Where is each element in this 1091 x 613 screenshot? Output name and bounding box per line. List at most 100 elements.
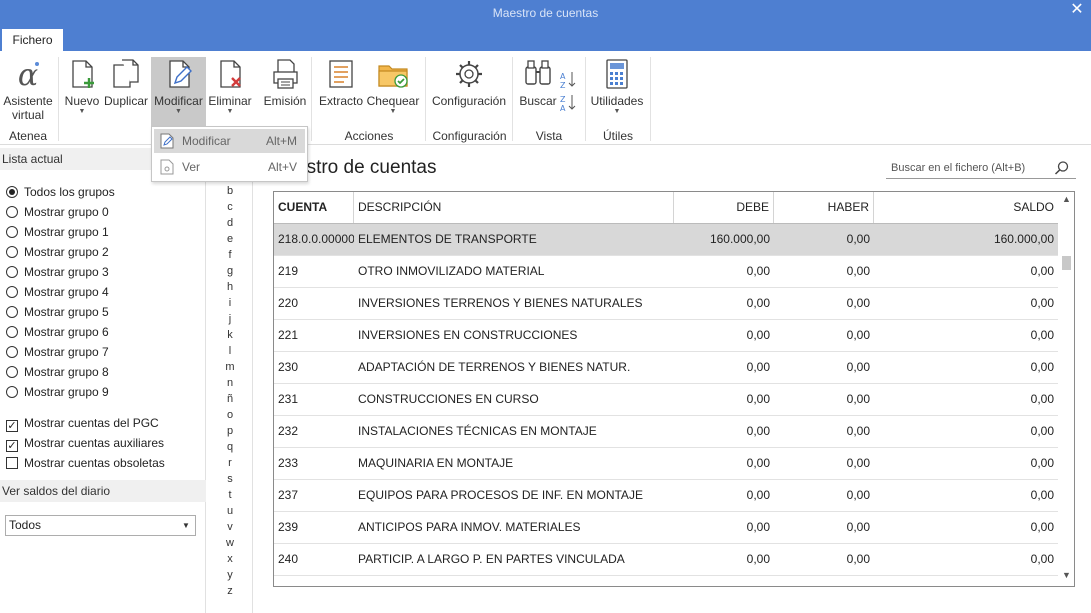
header-descripcion[interactable]: DESCRIPCIÓN [354, 192, 674, 223]
alphabet-letter[interactable]: e [218, 231, 242, 247]
alphabet-letter[interactable]: c [218, 199, 242, 215]
buscar-button[interactable]: Buscar [518, 57, 558, 125]
scroll-thumb[interactable] [1062, 256, 1071, 270]
table-row[interactable]: 231 CONSTRUCCIONES EN CURSO 0,00 0,00 0,00 [274, 384, 1058, 416]
alphabet-letter[interactable]: z [218, 583, 242, 599]
sort-az-button[interactable]: AZZA [558, 69, 578, 113]
group-radio-option[interactable]: Mostrar grupo 7 [6, 344, 109, 360]
chequear-button[interactable]: Chequear ▼ [366, 57, 420, 125]
checkbox-option[interactable]: Mostrar cuentas obsoletas [6, 455, 165, 471]
alphabet-letter[interactable]: y [218, 567, 242, 583]
group-radio-option[interactable]: Mostrar grupo 6 [6, 324, 109, 340]
radio-button[interactable] [6, 286, 18, 298]
alphabet-letter[interactable]: l [218, 343, 242, 359]
radio-button[interactable] [6, 186, 18, 198]
emision-button[interactable]: Emisión [261, 57, 309, 125]
alphabet-letter[interactable]: x [218, 551, 242, 567]
checkbox-option[interactable]: ✓ Mostrar cuentas auxiliares [6, 435, 164, 452]
alphabet-letter[interactable]: j [218, 311, 242, 327]
saldos-select[interactable]: Todos ▼ [5, 515, 196, 536]
table-row[interactable]: 221 INVERSIONES EN CONSTRUCCIONES 0,00 0,00… [274, 320, 1058, 352]
header-cuenta[interactable]: CUENTA [274, 192, 354, 223]
alphabet-letter[interactable]: m [218, 359, 242, 375]
alphabet-letter[interactable]: s [218, 471, 242, 487]
group-radio-option[interactable]: Mostrar grupo 1 [6, 224, 109, 240]
scroll-down-icon[interactable]: ▼ [1058, 570, 1074, 584]
alphabet-letter[interactable]: d [218, 215, 242, 231]
table-row[interactable]: 220 INVERSIONES TERRENOS Y BIENES NATURAL… [274, 288, 1058, 320]
radio-button[interactable] [6, 306, 18, 318]
search-input[interactable]: Buscar en el fichero (Alt+B) [886, 157, 1076, 179]
table-row[interactable]: 230 ADAPTACIÓN DE TERRENOS Y BIENES NATUR… [274, 352, 1058, 384]
checkbox[interactable]: ✓ [6, 440, 18, 452]
alphabet-letter[interactable]: i [218, 295, 242, 311]
alphabet-letter[interactable]: h [218, 279, 242, 295]
alphabet-letter[interactable]: n [218, 375, 242, 391]
header-haber[interactable]: HABER [774, 192, 874, 223]
vertical-scrollbar[interactable]: ▲ ▼ [1058, 192, 1074, 586]
scroll-up-icon[interactable]: ▲ [1058, 194, 1074, 208]
table-row[interactable]: 237 EQUIPOS PARA PROCESOS DE INF. EN MONT… [274, 480, 1058, 512]
group-radio-option[interactable]: Mostrar grupo 5 [6, 304, 109, 320]
radio-button[interactable] [6, 366, 18, 378]
extracto-button[interactable]: Extracto [317, 57, 365, 125]
svg-text:Z: Z [560, 81, 566, 90]
table-row[interactable]: 240 PARTICIP. A LARGO P. EN PARTES VINCUL… [274, 544, 1058, 576]
group-label-atenea: Atenea [8, 129, 48, 143]
header-debe[interactable]: DEBE [674, 192, 774, 223]
eliminar-button[interactable]: Eliminar ▼ [207, 57, 253, 125]
radio-button[interactable] [6, 386, 18, 398]
alphabet-letter[interactable]: f [218, 247, 242, 263]
group-radio-option[interactable]: Mostrar grupo 0 [6, 204, 109, 220]
search-icon[interactable] [1054, 160, 1070, 184]
utilidades-button[interactable]: Utilidades ▼ [590, 57, 644, 125]
alphabet-letter[interactable]: b [218, 183, 242, 199]
radio-button[interactable] [6, 206, 18, 218]
menu-item-ver[interactable]: Ver Alt+V [154, 155, 305, 179]
tab-fichero[interactable]: Fichero [2, 29, 63, 51]
alphabet-letter[interactable]: u [218, 503, 242, 519]
radio-button[interactable] [6, 226, 18, 238]
group-radio-option[interactable]: Mostrar grupo 9 [6, 384, 109, 400]
window-title: Maestro de cuentas [492, 6, 599, 20]
table-row[interactable]: 233 MAQUINARIA EN MONTAJE 0,00 0,00 0,00 [274, 448, 1058, 480]
header-saldo[interactable]: SALDO [874, 192, 1058, 223]
chevron-down-icon: ▼ [226, 108, 234, 115]
alphabet-letter[interactable]: g [218, 263, 242, 279]
table-cell: 0,00 [846, 552, 870, 566]
table-row[interactable]: 232 INSTALACIONES TÉCNICAS EN MONTAJE 0,00… [274, 416, 1058, 448]
duplicar-button[interactable]: Duplicar [103, 57, 149, 125]
checkbox[interactable] [6, 457, 18, 469]
radio-button[interactable] [6, 326, 18, 338]
duplicate-icon [113, 59, 139, 88]
alphabet-letter[interactable]: w [218, 535, 242, 551]
radio-button[interactable] [6, 266, 18, 278]
checkbox[interactable]: ✓ [6, 420, 18, 432]
table-row[interactable]: 218.0.0.00000 ELEMENTOS DE TRANSPORTE 160.… [274, 224, 1058, 256]
radio-button[interactable] [6, 246, 18, 258]
alphabet-letter[interactable]: o [218, 407, 242, 423]
table-row[interactable]: 219 OTRO INMOVILIZADO MATERIAL 0,00 0,00 0,0… [274, 256, 1058, 288]
group-radio-option[interactable]: Mostrar grupo 3 [6, 264, 109, 280]
table-cell: EQUIPOS PARA PROCESOS DE INF. EN MONTAJE [358, 488, 643, 502]
table-row[interactable]: 239 ANTICIPOS PARA INMOV. MATERIALES 0,00 0… [274, 512, 1058, 544]
alphabet-letter[interactable]: r [218, 455, 242, 471]
group-radio-option[interactable]: Todos los grupos [6, 184, 115, 200]
alphabet-letter[interactable]: t [218, 487, 242, 503]
menu-item-modificar[interactable]: Modificar Alt+M [154, 129, 305, 153]
group-radio-option[interactable]: Mostrar grupo 2 [6, 244, 109, 260]
close-button[interactable]: ✕ [1063, 0, 1091, 22]
checkbox-option[interactable]: ✓ Mostrar cuentas del PGC [6, 415, 159, 432]
alphabet-letter[interactable]: q [218, 439, 242, 455]
asistente-virtual-button[interactable]: α Asistente virtual [2, 57, 54, 125]
group-radio-option[interactable]: Mostrar grupo 4 [6, 284, 109, 300]
nuevo-button[interactable]: Nuevo ▼ [63, 57, 101, 125]
radio-button[interactable] [6, 346, 18, 358]
alphabet-letter[interactable]: ñ [218, 391, 242, 407]
group-radio-option[interactable]: Mostrar grupo 8 [6, 364, 109, 380]
modificar-button[interactable]: Modificar ▼ [151, 57, 206, 127]
configuracion-button[interactable]: Configuración [430, 57, 508, 125]
alphabet-letter[interactable]: k [218, 327, 242, 343]
alphabet-letter[interactable]: v [218, 519, 242, 535]
alphabet-letter[interactable]: p [218, 423, 242, 439]
